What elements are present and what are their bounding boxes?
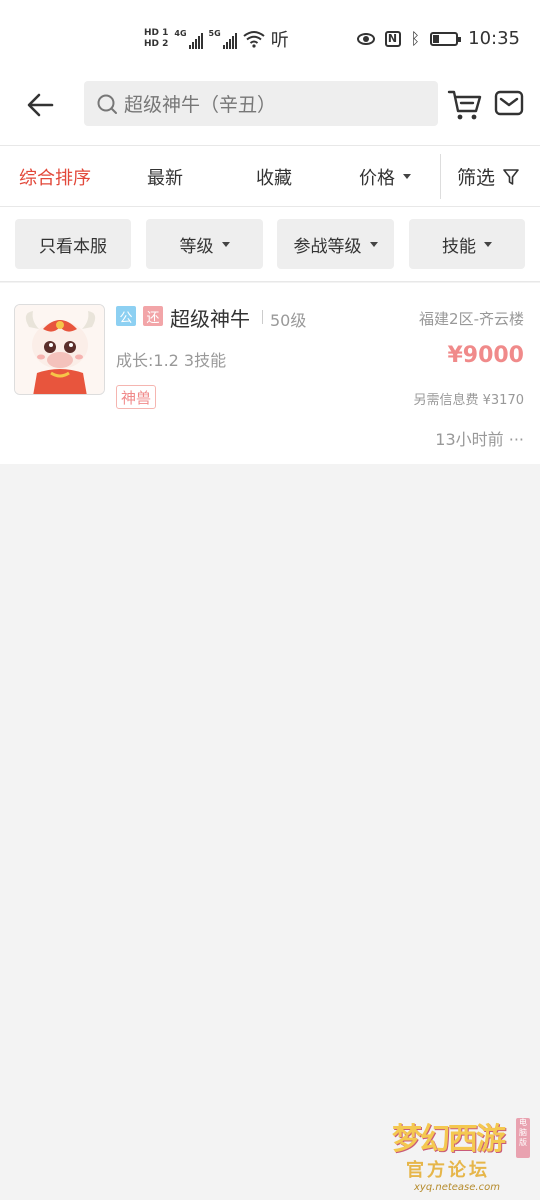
tab-favorites[interactable]: 收藏	[256, 146, 292, 207]
chip-label: 参战等级	[293, 236, 362, 257]
search-query: 超级神牛（辛丑）	[124, 94, 277, 116]
caret-down-icon	[221, 241, 230, 247]
pet-level: 50级	[270, 311, 307, 330]
eye-icon	[356, 32, 375, 45]
ting-icon: 听	[270, 30, 289, 51]
bull-avatar-icon	[15, 305, 104, 394]
forum-watermark: 梦幻西游 电脑版 官方论坛 xyq.netease.com	[392, 1108, 532, 1198]
chip-skills[interactable]: 技能	[409, 219, 525, 269]
divider	[440, 154, 441, 199]
tag-public: 公	[116, 306, 136, 326]
hd-label-2: HD 2	[144, 39, 169, 49]
nfc-icon: N	[384, 30, 401, 47]
watermark-subtitle: 官方论坛	[406, 1160, 490, 1181]
status-bar: HD 1 HD 2 4G 5G 听 N ᛒ 10:35	[0, 0, 540, 80]
signal-icon-2: 5G	[209, 29, 237, 49]
tab-label: 最新	[147, 167, 183, 189]
clock: 10:35	[468, 28, 520, 49]
back-arrow-icon[interactable]	[24, 88, 58, 122]
wifi-icon	[243, 31, 265, 48]
caret-down-icon	[403, 174, 411, 179]
listing-card[interactable]: 公 还 超级神牛 50级 福建2区-齐云楼 成长:1.2 3技能 ¥9000 神…	[0, 283, 540, 464]
sort-bar: 综合排序 最新 收藏 价格 筛选	[0, 146, 540, 207]
caret-down-icon	[369, 241, 378, 247]
tab-comprehensive-sort[interactable]: 综合排序	[19, 146, 91, 207]
search-icon	[97, 94, 117, 114]
message-icon[interactable]	[494, 89, 524, 117]
pet-name: 超级神牛	[170, 307, 250, 331]
tab-label: 价格	[359, 167, 395, 189]
hd-indicator: HD 1 HD 2	[144, 28, 168, 50]
watermark-stamp: 电脑版	[516, 1118, 530, 1158]
filter-button[interactable]: 筛选	[457, 146, 519, 207]
battery-icon	[430, 31, 462, 46]
tag-bargain-label: 还	[146, 310, 160, 326]
growth-skills: 成长:1.2 3技能	[116, 351, 227, 370]
filter-chip-bar: 只看本服 等级 参战等级 技能	[0, 207, 540, 282]
tag-public-label: 公	[119, 310, 133, 326]
pet-thumbnail	[14, 304, 105, 395]
search-input[interactable]: 超级神牛（辛丑）	[84, 81, 438, 126]
chip-label: 等级	[179, 236, 214, 257]
divine-beast-badge: 神兽	[116, 385, 157, 409]
divider	[262, 310, 263, 324]
signal-icon-1: 4G	[174, 29, 203, 49]
status-right: N ᛒ 10:35	[356, 28, 520, 49]
listed-time[interactable]: 13小时前 ···	[435, 426, 524, 450]
funnel-icon	[503, 168, 519, 185]
chip-label: 技能	[442, 236, 476, 257]
tab-label: 综合排序	[19, 167, 91, 189]
network-type-1: 4G	[174, 29, 187, 38]
chip-label: 只看本服	[39, 236, 107, 257]
tag-bargain: 还	[143, 306, 163, 326]
chip-this-server-only[interactable]: 只看本服	[15, 219, 131, 269]
search-header: 超级神牛（辛丑）	[0, 80, 540, 146]
info-fee: 另需信息费 ¥3170	[413, 393, 525, 408]
badge-label: 神兽	[121, 388, 152, 407]
price: ¥9000	[447, 343, 524, 368]
chip-level[interactable]: 等级	[146, 219, 263, 269]
tab-price[interactable]: 价格	[359, 146, 411, 207]
hd-label-1: HD 1	[144, 28, 169, 38]
status-left: HD 1 HD 2 4G 5G 听	[144, 26, 289, 52]
caret-down-icon	[484, 241, 492, 247]
watermark-url: xyq.netease.com	[414, 1182, 500, 1193]
bluetooth-icon: ᛒ	[410, 29, 421, 48]
tab-newest[interactable]: 最新	[147, 146, 183, 207]
filter-label: 筛选	[457, 167, 496, 189]
tab-label: 收藏	[256, 167, 292, 189]
watermark-title: 梦幻西游	[392, 1122, 506, 1157]
cart-icon[interactable]	[447, 86, 483, 122]
network-type-2: 5G	[208, 29, 221, 38]
chip-battle-level[interactable]: 参战等级	[277, 219, 394, 269]
server-name: 福建2区-齐云楼	[419, 310, 524, 328]
